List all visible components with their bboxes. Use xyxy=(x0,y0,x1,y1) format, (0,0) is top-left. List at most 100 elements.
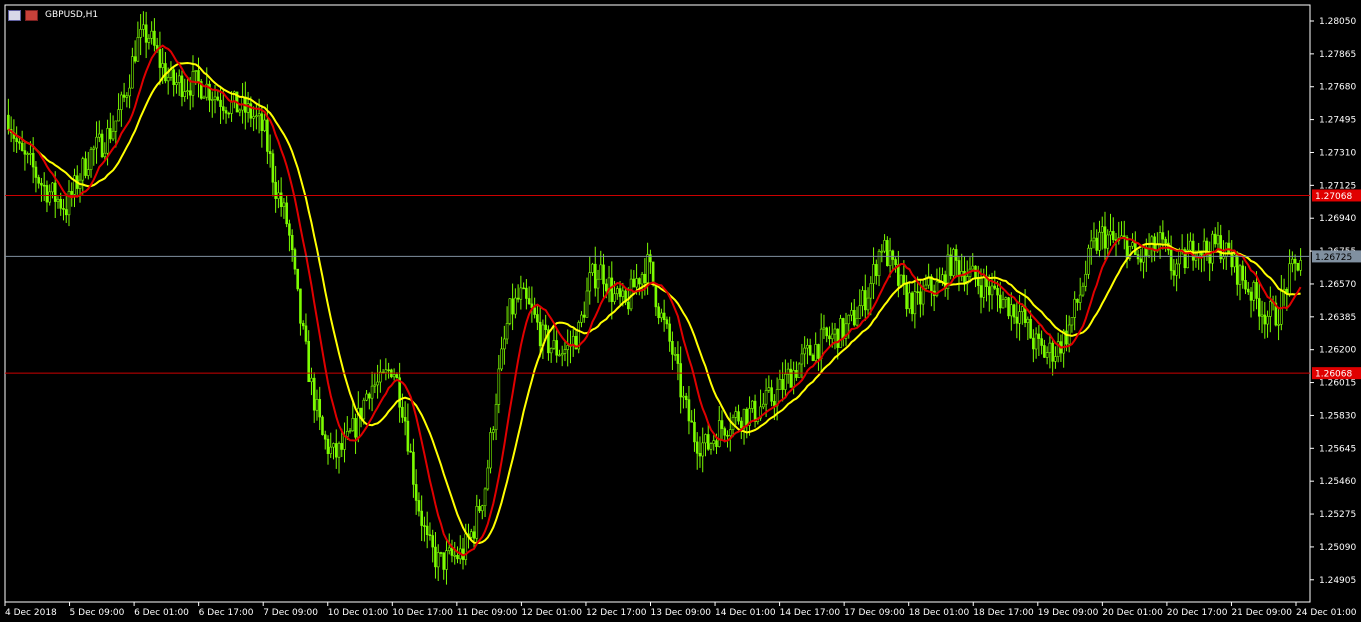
candle-body-284 xyxy=(789,368,793,388)
candle-body-321 xyxy=(891,250,895,260)
candle-body-200 xyxy=(558,354,561,357)
candle-body-216 xyxy=(602,264,605,285)
candle-body-287 xyxy=(797,363,801,378)
candle-body-189 xyxy=(527,298,531,305)
candle-body-84 xyxy=(238,109,242,113)
candle-body-147 xyxy=(412,451,415,485)
candle-body-192 xyxy=(536,314,539,323)
candle-body-293 xyxy=(814,344,817,361)
candle-body-300 xyxy=(833,328,837,335)
candle-body-171 xyxy=(478,506,481,512)
candle-body-32 xyxy=(95,136,98,149)
y-tick-label-0: 1.28050 xyxy=(1319,17,1356,27)
candle-body-131 xyxy=(368,393,371,399)
y-tick-label-9: 1.26385 xyxy=(1319,313,1356,323)
candle-body-248 xyxy=(690,420,693,423)
candle-body-259 xyxy=(720,420,724,429)
candle-body-468 xyxy=(1296,262,1300,271)
candle-body-233 xyxy=(649,254,652,263)
candle-body-320 xyxy=(888,250,892,267)
candle-body-367 xyxy=(1018,311,1021,324)
candle-body-115 xyxy=(323,434,327,440)
candle-body-48 xyxy=(139,29,142,38)
candle-body-322 xyxy=(894,259,897,265)
candle-body-211 xyxy=(588,272,592,292)
candle-body-152 xyxy=(425,525,429,535)
x-tick-label-7: 11 Dec 09:00 xyxy=(457,608,518,618)
candle-body-58 xyxy=(166,77,170,82)
candle-body-281 xyxy=(781,379,784,390)
x-tick-label-12: 14 Dec 17:00 xyxy=(780,608,841,618)
candle-body-271 xyxy=(753,400,757,422)
candle-body-327 xyxy=(908,292,911,310)
candle-body-88 xyxy=(249,103,253,119)
candle-body-41 xyxy=(120,94,123,110)
candle-body-195 xyxy=(544,324,547,330)
candle-body-394 xyxy=(1092,237,1096,242)
candle-body-183 xyxy=(511,298,514,315)
candle-body-358 xyxy=(993,285,997,289)
candle-body-434 xyxy=(1202,240,1206,256)
candle-body-103 xyxy=(290,234,294,250)
candle-body-66 xyxy=(188,90,192,96)
candle-body-158 xyxy=(442,552,446,570)
candle-body-448 xyxy=(1241,265,1245,281)
candle-body-185 xyxy=(516,297,520,300)
candle-body-100 xyxy=(282,202,286,208)
candle-body-199 xyxy=(555,340,558,356)
candle-body-253 xyxy=(704,434,707,444)
candle-body-408 xyxy=(1131,242,1134,247)
x-tick-label-10: 13 Dec 09:00 xyxy=(651,608,712,618)
candle-body-213 xyxy=(593,263,597,289)
candle-body-266 xyxy=(739,420,743,429)
x-tick-label-9: 12 Dec 17:00 xyxy=(586,608,647,618)
candle-body-400 xyxy=(1109,231,1112,236)
candle-body-388 xyxy=(1076,298,1079,303)
candle-body-365 xyxy=(1012,304,1016,318)
candle-body-275 xyxy=(764,390,768,405)
candle-body-159 xyxy=(445,550,448,570)
candle-body-298 xyxy=(828,335,831,340)
candle-body-219 xyxy=(610,277,614,302)
price-chart[interactable]: 1.280501.278651.276801.274951.273101.271… xyxy=(0,0,1361,622)
candle-body-441 xyxy=(1222,256,1225,260)
candle-body-13 xyxy=(42,184,46,187)
candle-body-256 xyxy=(712,440,716,444)
candle-body-280 xyxy=(778,379,782,390)
candle-body-446 xyxy=(1235,254,1239,285)
candle-body-305 xyxy=(847,314,851,325)
candle-body-37 xyxy=(109,128,112,140)
candle-body-161 xyxy=(450,547,454,556)
candle-body-31 xyxy=(92,147,96,150)
candle-body-254 xyxy=(706,434,710,450)
candle-body-68 xyxy=(194,70,198,72)
x-tick-label-5: 10 Dec 01:00 xyxy=(328,608,389,618)
candle-body-65 xyxy=(186,90,189,92)
candle-body-225 xyxy=(627,301,630,310)
x-tick-label-3: 6 Dec 17:00 xyxy=(199,608,254,618)
candle-body-449 xyxy=(1244,280,1247,290)
candle-body-21 xyxy=(64,209,68,216)
candle-body-368 xyxy=(1021,306,1024,312)
candle-body-121 xyxy=(340,443,344,450)
candle-body-237 xyxy=(660,312,663,319)
candle-body-22 xyxy=(67,191,71,216)
candle-body-274 xyxy=(762,403,765,408)
x-tick-label-1: 5 Dec 09:00 xyxy=(70,608,125,618)
candle-body-386 xyxy=(1070,317,1074,326)
candle-body-156 xyxy=(436,552,440,568)
x-tick-label-11: 14 Dec 01:00 xyxy=(715,608,776,618)
candle-body-276 xyxy=(767,387,771,391)
candle-body-390 xyxy=(1081,285,1085,296)
candle-body-109 xyxy=(307,340,311,383)
candle-body-74 xyxy=(210,99,214,101)
candle-body-354 xyxy=(982,277,986,298)
candle-body-123 xyxy=(345,430,349,437)
candle-body-330 xyxy=(916,291,919,293)
candle-body-96 xyxy=(271,153,275,183)
candle-body-188 xyxy=(525,287,528,299)
candle-body-467 xyxy=(1293,258,1297,264)
candle-body-242 xyxy=(673,354,677,356)
candle-body-29 xyxy=(86,169,90,176)
candle-body-143 xyxy=(401,406,404,418)
